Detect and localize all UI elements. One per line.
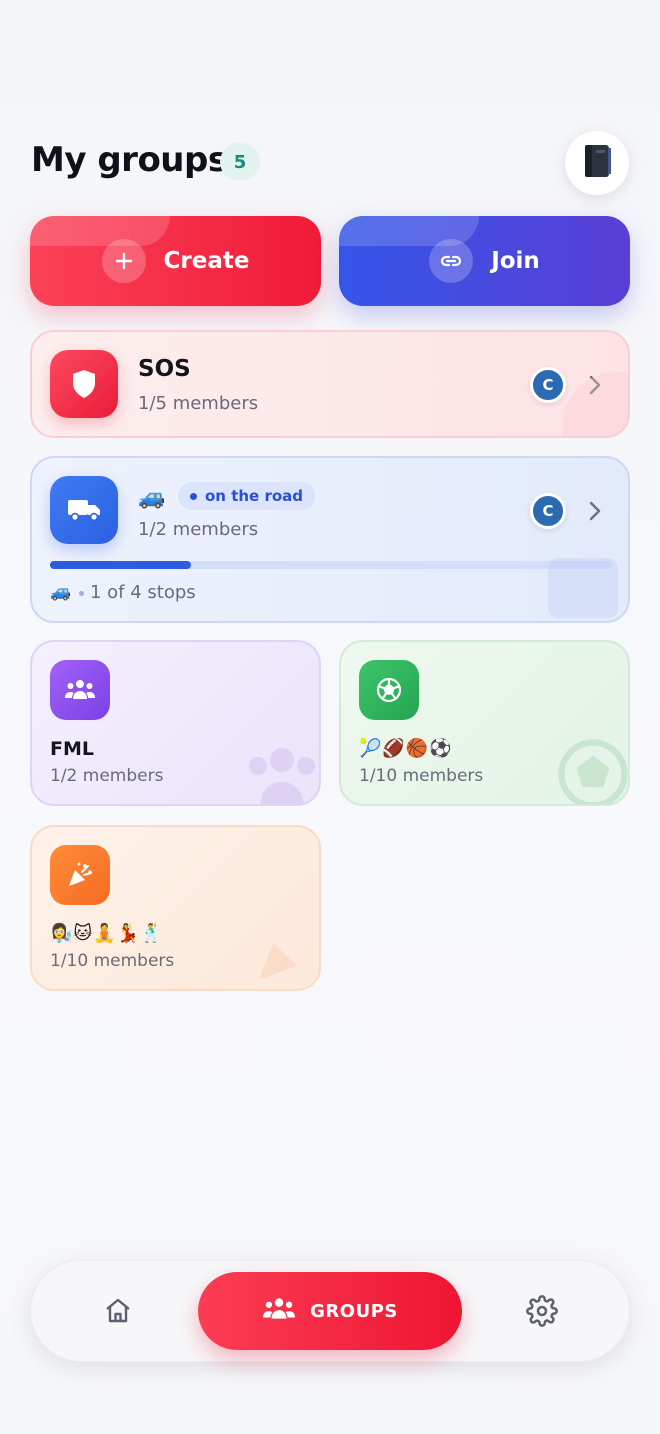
status-badge: on the road: [178, 482, 316, 510]
party-popper-icon: [50, 845, 110, 905]
group-name: SOS: [138, 356, 191, 382]
status-label: on the road: [205, 487, 304, 505]
link-icon: [429, 239, 474, 283]
plus-icon: [101, 239, 146, 283]
group-name-emojis: 👩‍🔬🐱🧘💃🕺: [50, 923, 164, 943]
soccer-ball-icon: [359, 660, 419, 720]
group-name-emojis: 🎾🏈🏀⚽: [359, 738, 453, 758]
people-watermark-icon: [242, 742, 319, 804]
chevron-right-icon: [584, 498, 606, 529]
shield-icon: [50, 350, 118, 418]
join-group-button[interactable]: Join: [339, 216, 630, 306]
people-icon: [50, 660, 110, 720]
stops-text: 1 of 4 stops: [90, 582, 196, 603]
page-title: My groups: [31, 140, 228, 180]
home-icon[interactable]: [96, 1289, 140, 1333]
member-count: 1/5 members: [138, 393, 259, 414]
people-icon: [262, 1297, 296, 1326]
member-count: 1/2 members: [138, 519, 259, 540]
decorative-shape: [548, 558, 618, 618]
truck-icon: [50, 476, 118, 544]
trip-progress-fill: [50, 561, 191, 569]
trip-progress-bar: [50, 561, 612, 569]
group-card-fml[interactable]: FML 1/2 members: [30, 640, 321, 806]
member-count: 1/2 members: [50, 766, 164, 786]
decorative-shape: [562, 372, 628, 436]
group-emoji: 🚙: [138, 484, 166, 509]
vehicle-emoji: 🚙: [50, 582, 72, 601]
group-card-party[interactable]: 👩‍🔬🐱🧘💃🕺 1/10 members: [30, 825, 321, 991]
notebook-icon: [582, 144, 612, 183]
join-label: Join: [491, 248, 540, 274]
group-card-sports[interactable]: 🎾🏈🏀⚽ 1/10 members: [339, 640, 630, 806]
group-count-badge: 5: [220, 143, 260, 181]
member-count: 1/10 members: [359, 766, 484, 786]
nav-groups-tab[interactable]: GROUPS: [198, 1272, 462, 1350]
notebook-button[interactable]: [565, 131, 629, 195]
separator-dot: [79, 591, 84, 596]
nav-groups-label: GROUPS: [310, 1300, 398, 1322]
avatar: C: [530, 493, 566, 529]
group-card-sos[interactable]: SOS 1/5 members C: [30, 330, 630, 438]
member-count: 1/10 members: [50, 951, 175, 971]
gear-icon[interactable]: [520, 1289, 564, 1333]
group-card-road-trip[interactable]: 🚙 on the road 1/2 members C 🚙 1 of 4 sto…: [30, 456, 630, 623]
group-name: FML: [50, 738, 94, 760]
create-label: Create: [163, 248, 250, 274]
avatar: C: [530, 367, 566, 403]
create-group-button[interactable]: Create: [30, 216, 321, 306]
soccer-watermark-icon: [553, 734, 628, 804]
party-watermark-icon: [250, 919, 319, 989]
